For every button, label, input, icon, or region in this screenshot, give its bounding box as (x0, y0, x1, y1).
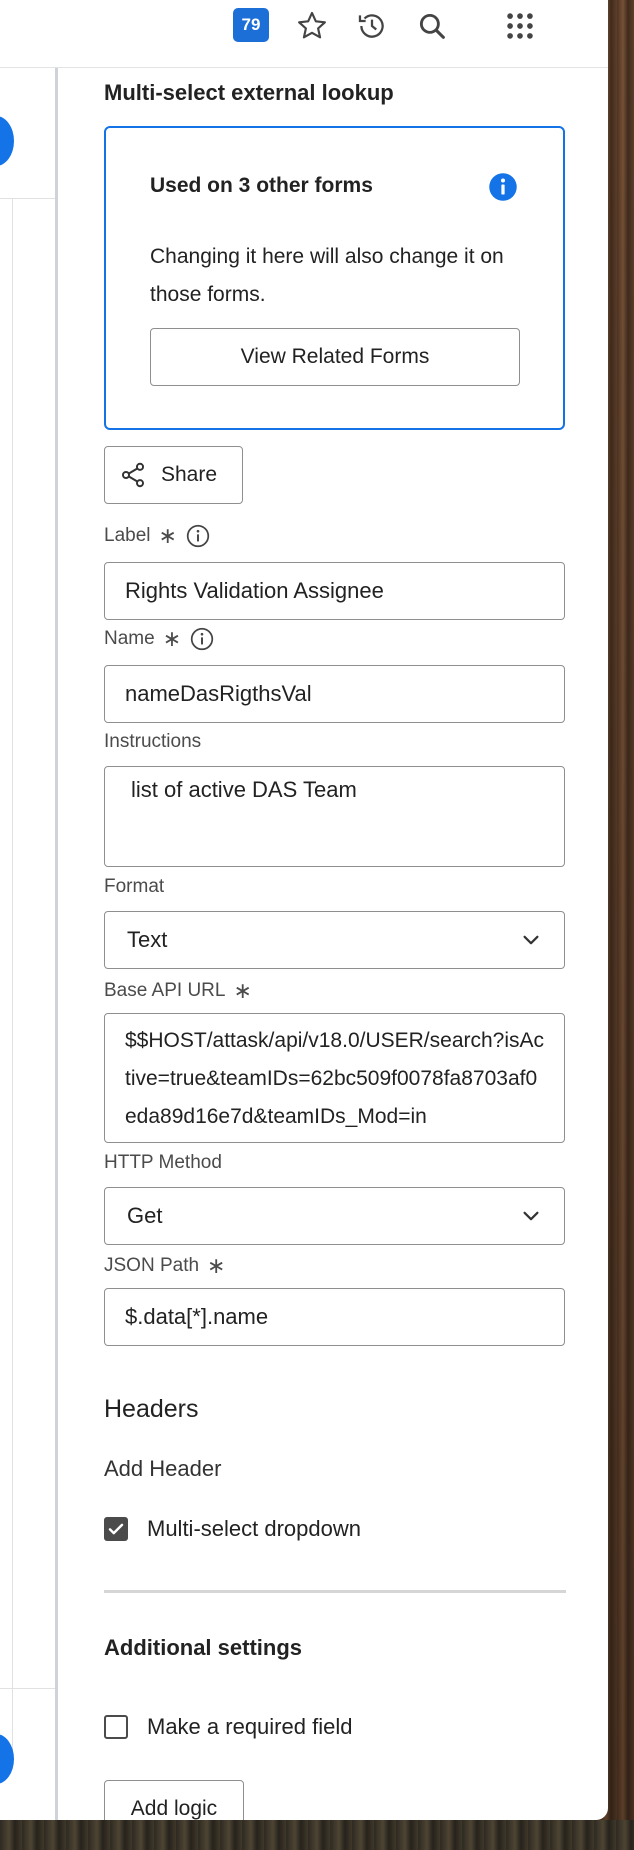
multiselect-dropdown-checkbox[interactable] (104, 1517, 128, 1541)
apps-grid-icon[interactable] (500, 6, 540, 46)
section-divider (104, 1590, 566, 1593)
http-method-field-label: HTTP Method (104, 1152, 222, 1173)
search-icon[interactable] (412, 6, 452, 46)
notice-title: Used on 3 other forms (150, 174, 373, 197)
required-asterisk-icon: ∗ (207, 1253, 226, 1278)
share-button[interactable]: Share (104, 446, 243, 504)
required-asterisk-icon: ∗ (162, 626, 182, 651)
multiselect-dropdown-label: Multi-select dropdown (147, 1516, 361, 1541)
json-path-input[interactable]: $.data[*].name (104, 1288, 565, 1346)
base-api-url-label-text: Base API URL (104, 980, 226, 1001)
format-select[interactable]: Text (104, 911, 565, 969)
http-method-select[interactable]: Get (104, 1187, 565, 1245)
label-info-icon[interactable] (185, 523, 211, 549)
required-field-label: Make a required field (147, 1714, 353, 1739)
label-field-label-text: Label (104, 525, 151, 546)
multiselect-dropdown-checkbox-row[interactable]: Multi-select dropdown (104, 1516, 361, 1542)
required-asterisk-icon: ∗ (158, 523, 177, 548)
name-field-label: Name ∗ (104, 626, 215, 652)
additional-settings-heading: Additional settings (104, 1635, 302, 1660)
name-field-label-text: Name (104, 628, 155, 649)
http-method-select-value: Get (127, 1203, 163, 1228)
required-field-checkbox[interactable] (104, 1715, 128, 1739)
json-path-field-label: JSON Path ∗ (104, 1253, 225, 1279)
share-label: Share (161, 463, 218, 486)
label-input[interactable]: Rights Validation Assignee (104, 562, 565, 620)
notification-badge[interactable]: 79 (233, 8, 269, 42)
format-select-value: Text (127, 927, 168, 952)
label-field-label: Label ∗ (104, 523, 211, 549)
history-icon[interactable] (352, 6, 392, 46)
background-page-strip (0, 68, 58, 1820)
top-toolbar: 79 (0, 0, 608, 68)
add-header-button[interactable]: Add Header (104, 1456, 221, 1482)
chevron-down-icon (520, 929, 542, 951)
info-icon (488, 172, 518, 202)
instructions-field-label: Instructions (104, 731, 202, 752)
instructions-textarea[interactable]: list of active DAS Team (104, 766, 565, 867)
name-input[interactable]: nameDasRigthsVal (104, 665, 565, 723)
base-api-url-input[interactable]: $$HOST/attask/api/v18.0/USER/search?isAc… (104, 1013, 565, 1143)
app-window: 79 Multi-select external lookup Used on … (0, 0, 608, 1820)
chevron-down-icon (520, 1205, 542, 1227)
format-field-label: Format (104, 876, 165, 897)
panel-title: Multi-select external lookup (104, 80, 394, 105)
add-logic-button[interactable]: Add logic (104, 1780, 244, 1820)
notice-body: Changing it here will also change it on … (150, 245, 504, 306)
headers-heading: Headers (104, 1395, 199, 1423)
view-related-forms-button[interactable]: View Related Forms (150, 328, 520, 386)
checkmark-icon (108, 1523, 124, 1535)
json-path-label-text: JSON Path (104, 1255, 200, 1276)
name-info-icon[interactable] (189, 626, 215, 652)
background-photo-bottom (0, 1820, 634, 1850)
share-icon (119, 461, 147, 489)
background-action-button[interactable] (0, 116, 14, 166)
star-icon[interactable] (292, 6, 332, 46)
base-api-url-field-label: Base API URL ∗ (104, 978, 252, 1004)
shared-field-notice: Used on 3 other forms Changing it here w… (104, 126, 565, 430)
required-asterisk-icon: ∗ (233, 978, 252, 1003)
required-field-checkbox-row[interactable]: Make a required field (104, 1714, 352, 1740)
